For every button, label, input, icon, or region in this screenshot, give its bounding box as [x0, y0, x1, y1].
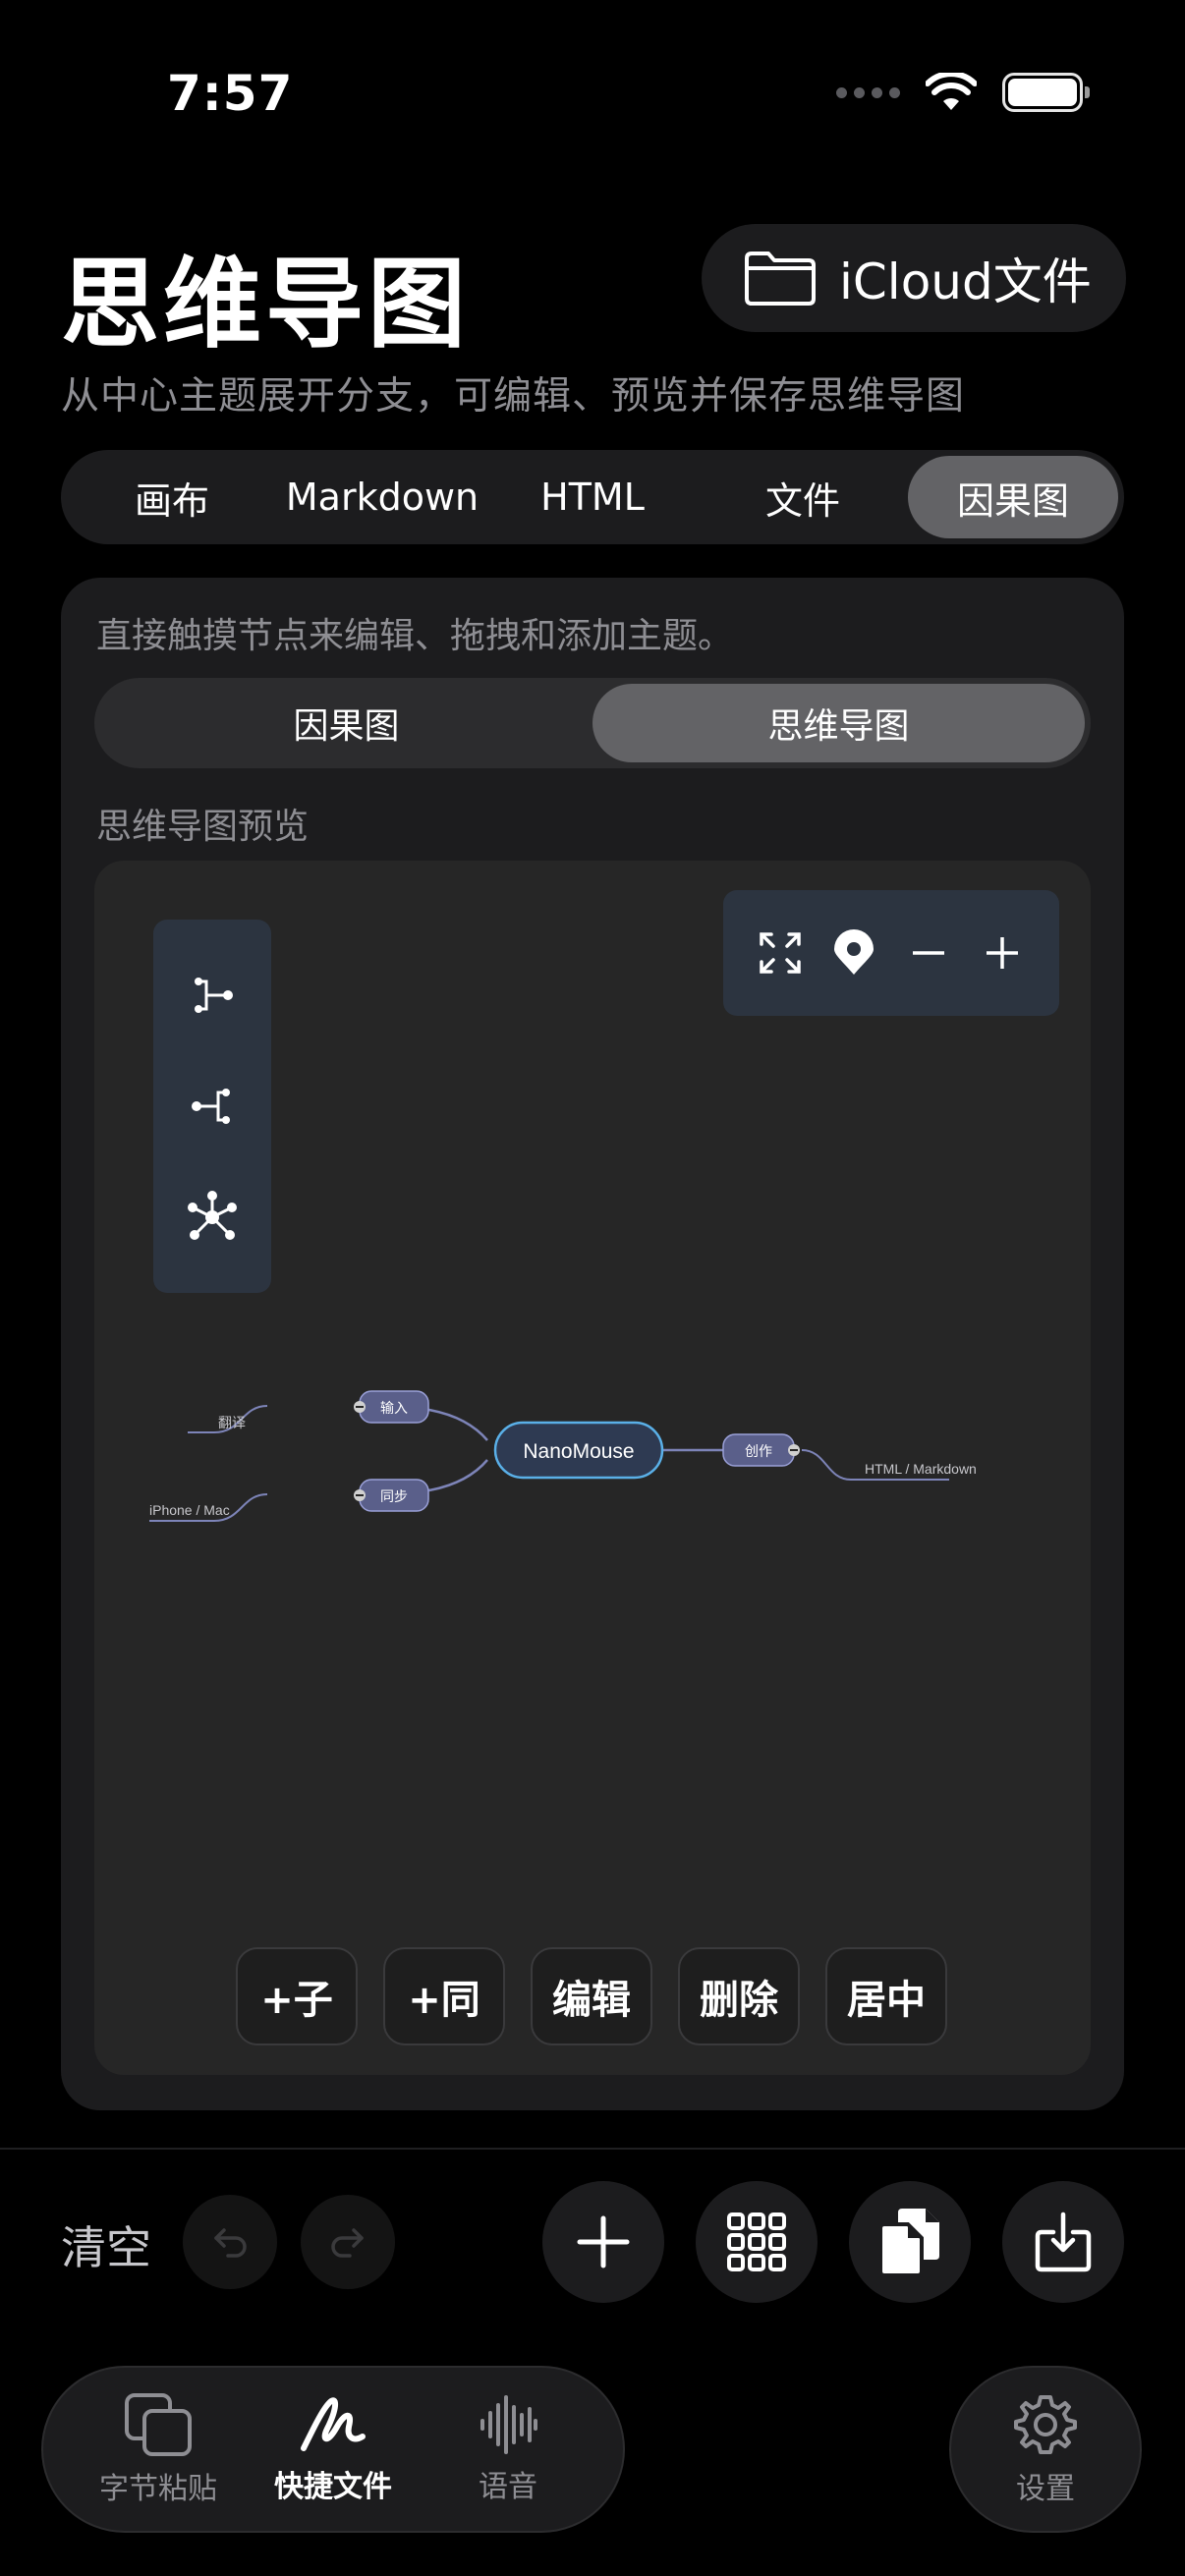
delete-node-button[interactable]: 删除: [678, 1947, 800, 2045]
mindmap-preview[interactable]: NanoMouse 输入 同步 创作 翻译 iPhone / Mac HTML …: [94, 861, 1091, 2075]
tab-voice-label: 语音: [479, 2470, 537, 2504]
layout-right-icon[interactable]: [183, 966, 242, 1025]
preview-label: 思维导图预览: [96, 807, 310, 847]
wifi-icon: [926, 73, 977, 110]
mindmap-center-label: NanoMouse: [523, 1440, 634, 1463]
page-title: 思维导图: [61, 247, 470, 362]
save-download-button[interactable]: [1002, 2181, 1124, 2303]
edit-node-button[interactable]: 编辑: [531, 1947, 652, 2045]
editor-panel: 直接触摸节点来编辑、拖拽和添加主题。 因果图 思维导图 思维导图预览 NanoM…: [61, 578, 1124, 2110]
zoom-out-icon[interactable]: [899, 924, 958, 982]
zoom-in-icon[interactable]: [973, 924, 1032, 982]
tab-voice[interactable]: 语音: [424, 2393, 592, 2505]
mindmap-node-sync-label: 同步: [380, 1489, 408, 1505]
cellular-signal-icon: [836, 86, 900, 98]
copy-button[interactable]: [849, 2181, 971, 2303]
tab-byte-paste-label: 字节粘贴: [99, 2472, 217, 2506]
bottom-tab-bar: 字节粘贴 快捷文件 语音: [41, 2366, 625, 2533]
grid-icon: [727, 2212, 786, 2271]
tab-cause-effect[interactable]: 因果图: [908, 456, 1118, 538]
mindmap-leaf-devices[interactable]: iPhone / Mac: [149, 1502, 230, 1518]
fit-screen-icon[interactable]: [751, 924, 810, 982]
gear-icon: [1014, 2395, 1077, 2454]
battery-icon: [1002, 73, 1090, 112]
toolbar-divider: [0, 2148, 1185, 2150]
redo-icon: [331, 2228, 364, 2258]
locate-pin-icon[interactable]: [824, 924, 883, 982]
mindmap-node-input-label: 输入: [380, 1401, 408, 1417]
status-time: 7:57: [167, 65, 294, 122]
status-icons: [836, 73, 1090, 112]
undo-icon: [214, 2228, 247, 2258]
layout-left-icon[interactable]: [183, 1077, 242, 1136]
mindmap-node-create-label: 创作: [745, 1444, 772, 1460]
plus-icon: [577, 2215, 630, 2268]
center-view-button[interactable]: 居中: [825, 1947, 947, 2045]
grid-button[interactable]: [696, 2181, 818, 2303]
mode-cause-effect[interactable]: 因果图: [100, 684, 592, 762]
tab-quick-file[interactable]: 快捷文件: [250, 2393, 417, 2505]
add-button[interactable]: [542, 2181, 664, 2303]
top-tabs: 画布 Markdown HTML 文件 因果图: [61, 450, 1124, 544]
settings-label: 设置: [1016, 2472, 1075, 2506]
tab-canvas[interactable]: 画布: [67, 456, 277, 538]
add-sibling-button[interactable]: +同: [383, 1947, 505, 2045]
mindmap-leaf-translate[interactable]: 翻译: [218, 1416, 246, 1431]
tab-file[interactable]: 文件: [698, 456, 908, 538]
copy-documents-icon: [878, 2209, 939, 2277]
layout-toolbar: [153, 920, 271, 1293]
waveform-icon: [480, 2395, 537, 2454]
redo-button[interactable]: [301, 2195, 395, 2289]
stacked-squares-icon: [125, 2393, 192, 2456]
page-subtitle: 从中心主题展开分支，可编辑、预览并保存思维导图: [61, 374, 966, 419]
layout-radial-icon[interactable]: [183, 1188, 242, 1247]
tab-markdown[interactable]: Markdown: [277, 456, 487, 538]
mode-mindmap[interactable]: 思维导图: [592, 684, 1085, 762]
undo-button[interactable]: [183, 2195, 277, 2289]
add-child-button[interactable]: +子: [236, 1947, 358, 2045]
download-tray-icon: [1035, 2212, 1092, 2272]
scribble-icon: [301, 2397, 366, 2451]
tab-quick-file-label: 快捷文件: [274, 2470, 392, 2504]
panel-hint: 直接触摸节点来编辑、拖拽和添加主题。: [96, 616, 734, 656]
mindmap-leaf-formats[interactable]: HTML / Markdown: [865, 1461, 977, 1477]
icloud-files-button[interactable]: iCloud文件: [702, 224, 1126, 332]
icloud-files-label: iCloud文件: [839, 253, 1092, 310]
tab-html[interactable]: HTML: [487, 456, 698, 538]
node-actions: +子 +同 编辑 删除 居中: [236, 1947, 947, 2045]
view-toolbar: [723, 890, 1059, 1016]
settings-button[interactable]: 设置: [949, 2366, 1142, 2533]
clear-button[interactable]: 清空: [61, 2212, 151, 2277]
tab-byte-paste[interactable]: 字节粘贴: [75, 2391, 242, 2507]
mode-switch: 因果图 思维导图: [94, 678, 1091, 768]
folder-icon: [745, 252, 816, 306]
